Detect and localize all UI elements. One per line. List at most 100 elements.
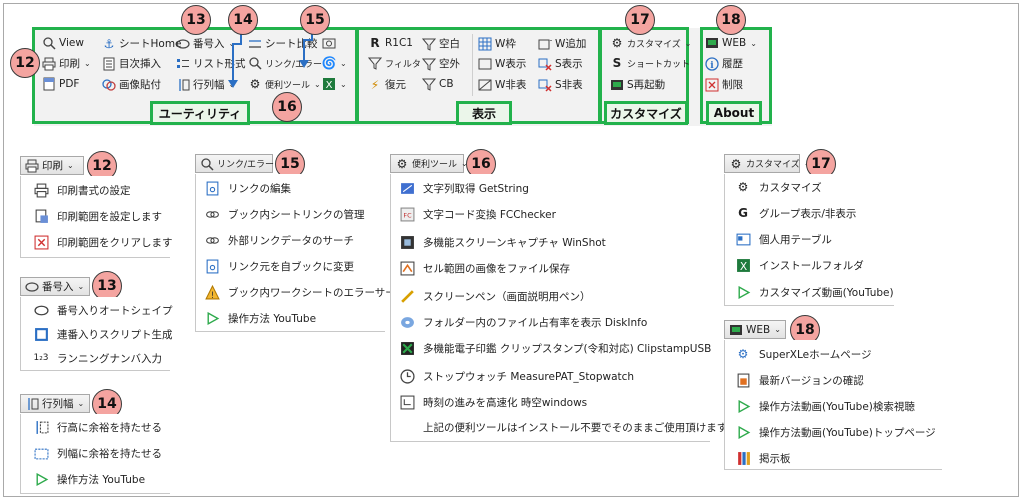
number-menu-item[interactable]: 1₂3 ランニングナンバ入力 <box>33 350 162 366</box>
shide-button[interactable]: S非表 <box>538 77 583 92</box>
tools-menu-item[interactable]: 文字列取得 GetString <box>399 180 529 196</box>
print-menu-item[interactable]: 印刷書式の設定 <box>33 182 131 198</box>
number-menu: 番号入りオートシェイプ 連番入りスクリプト生成 1₂3 ランニングナンバ入力 <box>20 297 173 371</box>
web-button[interactable]: WEB ⌄ <box>705 36 757 50</box>
link-menu-item[interactable]: ! ブック内ワークシートのエラーサーチ <box>204 284 406 300</box>
filter-icon <box>422 77 436 91</box>
info-icon: i <box>705 56 719 71</box>
badge-18: 18 <box>716 5 746 35</box>
outside-button[interactable]: 空外 <box>422 56 460 71</box>
print-menu-item[interactable]: 印刷範囲を設定します <box>33 208 162 224</box>
blank-button[interactable]: 空白 <box>422 36 460 51</box>
link-menu-item[interactable]: 操作方法 YouTube <box>204 310 316 326</box>
wframe-button[interactable]: W枠 <box>478 36 516 51</box>
rowcol-menu-item[interactable]: 行高に余裕を持たせる <box>33 419 162 435</box>
cb-button[interactable]: CB <box>422 77 454 91</box>
tools-menu-item[interactable]: フォルダー内のファイル占有率を表示 DiskInfo <box>399 314 647 330</box>
print-menu-header[interactable]: 印刷 ⌄ <box>20 156 84 175</box>
pdf-icon <box>42 77 56 91</box>
customize-menu-item[interactable]: 個人用テーブル <box>735 231 832 247</box>
sheet-home-button[interactable]: ⚓ シートHome <box>102 36 182 51</box>
filter-button[interactable]: フィルタ <box>368 56 421 70</box>
tools-button[interactable]: ⚙ 便利ツール ⌄ <box>248 77 321 91</box>
link-menu-item[interactable]: リンク元を自ブックに変更 <box>204 258 354 274</box>
tools-menu-item[interactable]: 時刻の進みを高速化 時空windows <box>399 394 587 410</box>
tools-menu-header[interactable]: ⚙ 便利ツール ⌄ <box>390 154 468 173</box>
shortcut-button[interactable]: S ショートカット <box>610 56 690 70</box>
web-menu-item[interactable]: 操作方法動画(YouTube)トップページ <box>735 424 936 440</box>
toc-insert-button[interactable]: 目次挿入 <box>102 56 161 71</box>
link-error-button[interactable]: リンク/エラー ⌄ <box>248 56 333 70</box>
swirl-button[interactable]: 🌀 ⌄ <box>322 56 347 70</box>
camera-icon <box>322 36 336 50</box>
web-icon <box>705 36 719 50</box>
link-menu-item[interactable]: 外部リンクデータのサーチ <box>204 232 354 248</box>
rowcol-menu-item[interactable]: 操作方法 YouTube <box>33 471 145 487</box>
filter-icon <box>422 57 436 71</box>
row-height-icon <box>176 78 190 92</box>
wadd-button[interactable]: + W追加 <box>538 36 586 51</box>
web-menu-item[interactable]: ⚙ SuperXLeホームページ <box>735 346 872 362</box>
search-icon <box>200 157 214 171</box>
web-menu-item[interactable]: 掲示板 <box>735 450 791 466</box>
tools-menu-item[interactable]: ストップウォッチ MeasurePAT_Stopwatch <box>399 368 634 384</box>
stamp-icon <box>399 340 415 356</box>
sshow-button[interactable]: S表示 <box>538 56 583 71</box>
print-button[interactable]: 印刷 ⌄ <box>42 56 91 71</box>
number-menu-header[interactable]: 番号入 ⌄ <box>20 277 90 296</box>
r1c1-button[interactable]: R R1C1 <box>368 36 413 50</box>
limits-button[interactable]: 制限 <box>705 77 743 92</box>
fcchecker-icon: FC <box>399 206 415 222</box>
restart-button[interactable]: S再起動 <box>610 77 665 92</box>
compare-icon <box>248 37 262 51</box>
customize-menu-item[interactable]: ⚙ カスタマイズ <box>735 179 822 195</box>
tools-menu-item[interactable]: セル範囲の画像をファイル保存 <box>399 260 570 276</box>
search-icon <box>248 56 262 70</box>
customize-menu-item[interactable]: X インストールフォルダ <box>735 257 864 273</box>
ribbon-separator <box>472 34 473 96</box>
play-icon <box>735 424 751 440</box>
view-button[interactable]: View <box>42 36 84 50</box>
paste-image-button[interactable]: 画像貼付 <box>102 77 161 92</box>
number-menu-item[interactable]: 連番入りスクリプト生成 <box>33 326 173 342</box>
tools-menu-item[interactable]: スクリーンペン（画面説明用ペン） <box>399 288 590 304</box>
web-icon <box>729 323 743 337</box>
link-menu-header[interactable]: リンク/エラー⌄ <box>195 154 285 173</box>
svg-text:X: X <box>739 259 746 272</box>
tools-icon: ⚙ <box>737 180 749 194</box>
svg-text:X: X <box>326 80 333 91</box>
pdf-button[interactable]: PDF <box>42 77 79 91</box>
web-menu-item[interactable]: 最新バージョンの確認 <box>735 372 864 388</box>
web-menu-header[interactable]: WEB ⌄ <box>724 320 786 339</box>
history-button[interactable]: i 履歴 <box>705 56 743 71</box>
web-menu-item[interactable]: 操作方法動画(YouTube)検索視聴 <box>735 398 915 414</box>
clock-icon <box>399 368 415 384</box>
whide-button[interactable]: W非表 <box>478 77 526 92</box>
customize-button[interactable]: ⚙ カスタマイズ ⌄ <box>610 36 692 50</box>
link-menu-item[interactable]: ブック内シートリンクの管理 <box>204 206 365 222</box>
link-menu-item[interactable]: リンクの編集 <box>204 180 291 196</box>
col-width-icon <box>33 445 49 461</box>
tools-menu-item[interactable]: 多機能電子印鑑 クリップスタンプ(令和対応) ClipstampUSB <box>399 340 711 356</box>
excel-button[interactable]: X ⌄ <box>322 77 347 91</box>
customize-menu-item[interactable]: G グループ表示/非表示 <box>735 205 856 221</box>
rowcol-menu-header[interactable]: 行列幅 ⌄ <box>20 394 90 413</box>
window-icon <box>478 57 492 71</box>
chevron-down-icon: ⌄ <box>340 79 347 89</box>
camera-button[interactable] <box>322 36 336 50</box>
customize-menu-item[interactable]: カスタマイズ動画(YouTube) <box>735 284 894 300</box>
print-menu-item[interactable]: 印刷範囲をクリアします <box>33 234 173 250</box>
tools-menu-item[interactable]: FC 文字コード変換 FCChecker <box>399 206 556 222</box>
image-paste-icon <box>102 78 116 92</box>
clear-box-icon <box>33 234 49 250</box>
restore-button[interactable]: ⚡ 復元 <box>368 77 406 92</box>
svg-text:!: ! <box>210 290 213 299</box>
wshow-button[interactable]: W表示 <box>478 56 526 71</box>
tools-icon: ⚙ <box>249 77 261 91</box>
number-menu-item[interactable]: 番号入りオートシェイプ <box>33 302 173 318</box>
customize-menu-header[interactable]: ⚙ カスタマイズ⌄ <box>724 154 810 173</box>
tools-menu-item[interactable]: 多機能スクリーンキャプチャ WinShot <box>399 234 606 250</box>
rowcol-menu-item[interactable]: 列幅に余裕を持たせる <box>33 445 162 461</box>
numbers-icon: 1₂3 <box>33 352 49 363</box>
chevron-down-icon: ⌄ <box>774 325 781 334</box>
